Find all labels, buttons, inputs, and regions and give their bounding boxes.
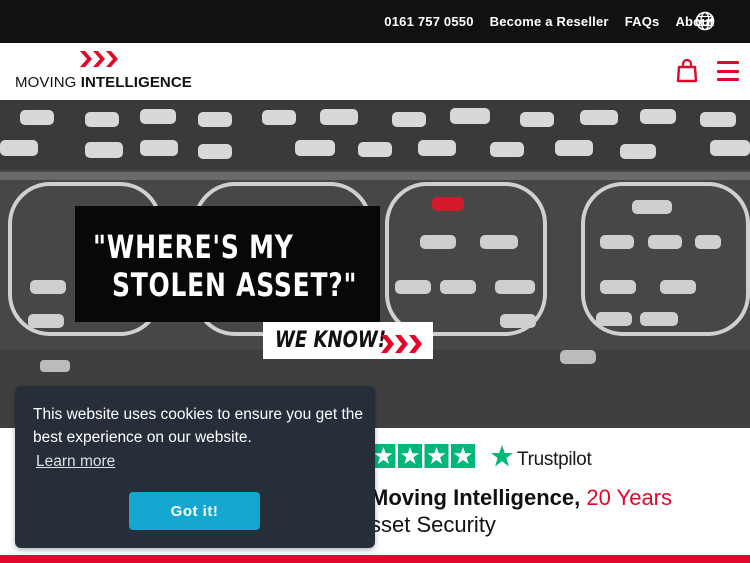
nav-become-reseller[interactable]: Become a Reseller: [490, 14, 609, 29]
page-headline: Moving Intelligence, 20 Years: [370, 485, 673, 510]
hero-tagline: WE KNOW!: [275, 328, 387, 353]
chevrons-icon: [381, 335, 422, 353]
logo-wordmark: MOVING INTELLIGENCE: [15, 74, 192, 91]
hero-quote-box: "WHERE'S MY STOLEN ASSET?": [75, 206, 380, 322]
globe-icon[interactable]: [695, 11, 715, 31]
cookie-message: This website uses cookies to ensure you …: [33, 406, 363, 446]
brand-logo[interactable]: MOVING INTELLIGENCE: [15, 51, 192, 93]
cookie-accept-button[interactable]: Got it!: [129, 492, 260, 530]
hamburger-icon[interactable]: [717, 61, 739, 81]
cookie-consent-banner: This website uses cookies to ensure you …: [15, 386, 375, 548]
trustpilot-star-icon: [491, 445, 513, 467]
trustpilot-brand[interactable]: Trustpilot: [517, 449, 592, 471]
cookie-learn-more-link[interactable]: Learn more: [36, 453, 115, 471]
phone-link[interactable]: 0161 757 0550: [384, 14, 473, 29]
hero-tagline-badge[interactable]: WE KNOW!: [263, 322, 433, 359]
site-header: MOVING INTELLIGENCE: [0, 43, 750, 100]
hero-quote: "WHERE'S MY STOLEN ASSET?": [93, 228, 358, 304]
hero-banner: "WHERE'S MY STOLEN ASSET?" WE KNOW!: [0, 100, 750, 428]
page-headline-line2: sset Security: [370, 512, 496, 537]
shopping-bag-icon[interactable]: [676, 59, 698, 83]
chevrons-icon: [80, 51, 118, 67]
nav-faqs[interactable]: FAQs: [625, 14, 660, 29]
accent-divider: [0, 555, 750, 563]
top-bar: 0161 757 0550 Become a Reseller FAQs Abo…: [0, 0, 750, 43]
